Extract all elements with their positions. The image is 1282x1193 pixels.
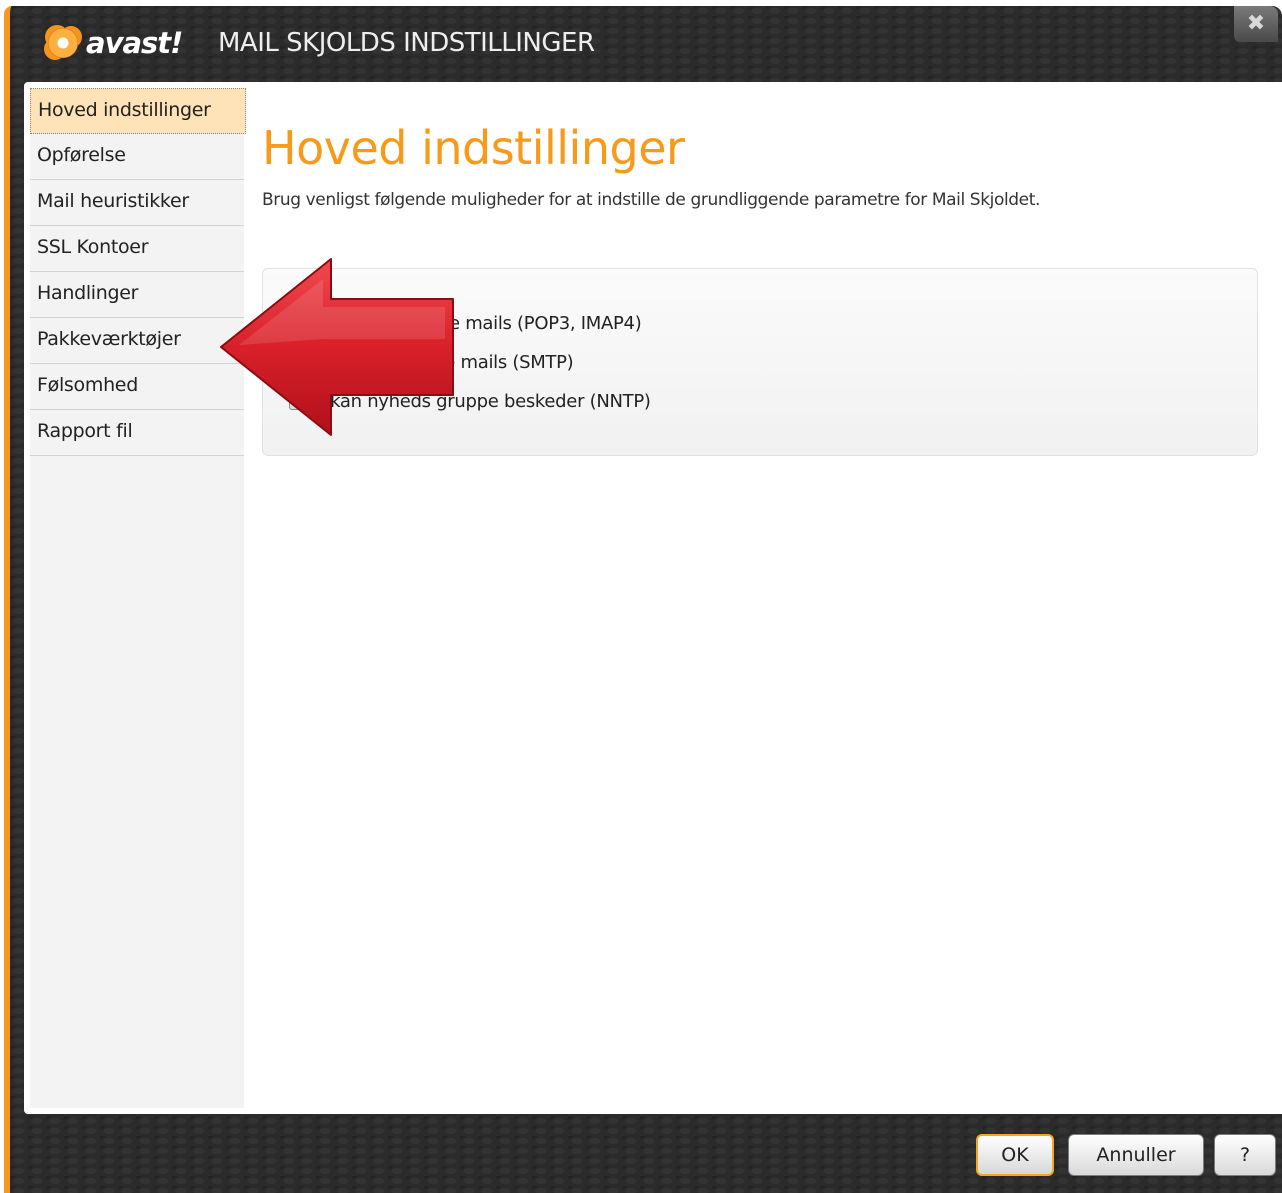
help-button[interactable]: ? xyxy=(1214,1134,1276,1176)
sidebar-item-ssl-kontoer[interactable]: SSL Kontoer xyxy=(30,226,244,272)
sidebar-item-handlinger[interactable]: Handlinger xyxy=(30,272,244,318)
sidebar-item-folsomhed[interactable]: Følsomhed xyxy=(30,364,244,410)
cancel-button[interactable]: Annuller xyxy=(1068,1134,1204,1176)
sidebar-item-opforelse[interactable]: Opførelse xyxy=(30,134,244,180)
page-title: Hoved indstillinger xyxy=(262,121,685,175)
ok-button[interactable]: OK xyxy=(976,1134,1054,1176)
settings-window: avast! MAIL SKJOLDS INDSTILLINGER ✖ Hove… xyxy=(4,6,1282,1193)
close-icon: ✖ xyxy=(1246,11,1266,36)
main-panel: Hoved indstillinger Brug venligst følgen… xyxy=(260,82,1282,1114)
window-title: MAIL SKJOLDS INDSTILLINGER xyxy=(218,28,595,58)
close-button[interactable]: ✖ xyxy=(1234,6,1278,42)
sidebar-item-pakkevaerktojer[interactable]: Pakkeværktøjer xyxy=(30,318,244,364)
avast-logo-icon xyxy=(48,28,78,58)
sidebar-item-hoved-indstillinger[interactable]: Hoved indstillinger xyxy=(30,88,246,134)
sidebar-item-mail-heuristikker[interactable]: Mail heuristikker xyxy=(30,180,244,226)
logo-text: avast! xyxy=(86,26,183,60)
title-bar[interactable]: avast! MAIL SKJOLDS INDSTILLINGER ✖ xyxy=(10,6,1282,82)
avast-logo: avast! xyxy=(40,20,200,66)
footer: OK Annuller ? xyxy=(10,1114,1282,1193)
page-description: Brug venligst følgende muligheder for at… xyxy=(262,190,1041,210)
content-panel: Hoved indstillinger Opførelse Mail heuri… xyxy=(24,82,1282,1114)
sidebar-item-rapport-fil[interactable]: Rapport fil xyxy=(30,410,244,456)
sidebar: Hoved indstillinger Opførelse Mail heuri… xyxy=(30,88,246,1108)
red-arrow-annotation xyxy=(220,258,454,436)
